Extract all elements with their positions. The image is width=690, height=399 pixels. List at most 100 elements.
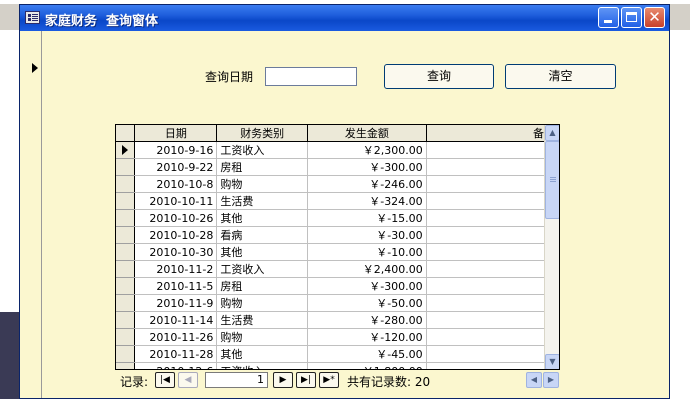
amount-cell[interactable]: ￥-45.00 [307,345,427,363]
date-cell[interactable]: 2010-11-14 [134,311,218,329]
table-row[interactable]: 2010-11-2 工资收入 ￥2,400.00 [116,260,559,278]
date-cell[interactable]: 2010-10-11 [134,192,218,210]
table-row[interactable]: 2010-10-30 其他 ￥-10.00 [116,243,559,261]
note-cell[interactable] [426,158,559,176]
category-cell[interactable]: 购物 [216,328,309,346]
table-row[interactable]: 2010-10-28 看病 ￥-30.00 [116,226,559,244]
row-selector[interactable] [116,226,136,244]
table-row[interactable]: 2010-9-16 工资收入 ￥2,300.00 [116,141,559,159]
category-cell[interactable]: 其他 [216,209,309,227]
vertical-scrollbar[interactable]: ▲ ▼ [544,125,559,369]
category-cell[interactable]: 工资收入 [216,362,309,369]
maximize-button[interactable] [621,7,642,28]
amount-cell[interactable]: ￥2,400.00 [307,260,427,278]
table-row[interactable]: 2010-11-9 购物 ￥-50.00 [116,294,559,312]
scroll-right-button[interactable]: ▶ [543,372,559,388]
record-number-input[interactable]: 1 [205,372,268,388]
date-cell[interactable]: 2010-10-8 [134,175,218,193]
amount-cell[interactable]: ￥2,300.00 [307,141,427,159]
table-row[interactable]: 2010-10-8 购物 ￥-246.00 [116,175,559,193]
amount-cell[interactable]: ￥-246.00 [307,175,427,193]
row-selector[interactable] [116,175,136,193]
note-cell[interactable] [426,175,559,193]
note-cell[interactable] [426,192,559,210]
note-cell[interactable] [426,328,559,346]
category-cell[interactable]: 其他 [216,345,309,363]
category-cell[interactable]: 房租 [216,158,309,176]
category-cell[interactable]: 房租 [216,277,309,295]
date-cell[interactable]: 2010-10-26 [134,209,218,227]
scroll-up-button[interactable]: ▲ [545,125,559,141]
results-datasheet[interactable]: 日期 财务类别 发生金额 备注 2010-9-16工资收入￥2,300.0020… [115,124,560,370]
last-record-button[interactable]: ▶| [296,372,316,388]
date-cell[interactable]: 2010-9-22 [134,158,218,176]
table-row[interactable]: 2010-11-26 购物 ￥-120.00 [116,328,559,346]
table-row[interactable]: 2010-10-11 生活费 ￥-324.00 [116,192,559,210]
amount-cell[interactable]: ￥-300.00 [307,277,427,295]
column-header-date[interactable]: 日期 [134,125,218,142]
date-cell[interactable]: 2010-11-9 [134,294,218,312]
table-row[interactable]: 2010-11-28 其他 ￥-45.00 [116,345,559,363]
category-cell[interactable]: 看病 [216,226,309,244]
query-button[interactable]: 查询 [384,64,494,89]
amount-cell[interactable]: ￥-50.00 [307,294,427,312]
minimize-button[interactable] [598,7,619,28]
row-selector[interactable] [116,192,136,210]
row-selector[interactable] [116,294,136,312]
row-selector[interactable] [116,311,136,329]
row-selector[interactable] [116,141,136,159]
title-bar[interactable]: 家庭财务 查询窗体 ✕ [20,5,669,31]
category-cell[interactable]: 工资收入 [216,141,309,159]
note-cell[interactable] [426,260,559,278]
row-selector[interactable] [116,277,136,295]
date-cell[interactable]: 2010-11-5 [134,277,218,295]
query-date-input[interactable] [265,67,357,86]
first-record-button[interactable]: |◀ [155,372,175,388]
row-selector[interactable] [116,260,136,278]
category-cell[interactable]: 生活费 [216,311,309,329]
note-cell[interactable] [426,362,559,369]
amount-cell[interactable]: ￥1,800.00 [307,362,427,369]
close-button[interactable]: ✕ [644,7,665,28]
note-cell[interactable] [426,243,559,261]
date-cell[interactable]: 2010-11-26 [134,328,218,346]
scroll-down-button[interactable]: ▼ [545,354,559,369]
table-row[interactable]: 2010-10-26 其他 ￥-15.00 [116,209,559,227]
note-cell[interactable] [426,209,559,227]
next-record-button[interactable]: ▶ [273,372,293,388]
note-cell[interactable] [426,294,559,312]
category-cell[interactable]: 其他 [216,243,309,261]
column-header-note[interactable]: 备注 [426,125,559,142]
amount-cell[interactable]: ￥-300.00 [307,158,427,176]
table-row[interactable]: 2010-12-6工资收入￥1,800.00 [116,362,559,369]
form-icon[interactable] [25,11,40,24]
amount-cell[interactable]: ￥-30.00 [307,226,427,244]
note-cell[interactable] [426,141,559,159]
category-cell[interactable]: 工资收入 [216,260,309,278]
date-cell[interactable]: 2010-12-6 [134,362,218,369]
column-header-category[interactable]: 财务类别 [216,125,309,142]
date-cell[interactable]: 2010-11-2 [134,260,218,278]
table-row[interactable]: 2010-11-5 房租 ￥-300.00 [116,277,559,295]
previous-record-button[interactable]: ◀ [178,372,198,388]
date-cell[interactable]: 2010-10-28 [134,226,218,244]
amount-cell[interactable]: ￥-280.00 [307,311,427,329]
select-all-corner[interactable] [116,125,136,142]
column-header-amount[interactable]: 发生金额 [307,125,427,142]
note-cell[interactable] [426,277,559,295]
category-cell[interactable]: 购物 [216,175,309,193]
amount-cell[interactable]: ￥-324.00 [307,192,427,210]
row-selector[interactable] [116,362,136,369]
date-cell[interactable]: 2010-10-30 [134,243,218,261]
row-selector[interactable] [116,345,136,363]
amount-cell[interactable]: ￥-10.00 [307,243,427,261]
note-cell[interactable] [426,345,559,363]
scroll-left-button[interactable]: ◀ [526,372,542,388]
row-selector[interactable] [116,158,136,176]
amount-cell[interactable]: ￥-15.00 [307,209,427,227]
scroll-thumb[interactable] [545,141,559,219]
form-record-selector[interactable] [20,31,42,398]
amount-cell[interactable]: ￥-120.00 [307,328,427,346]
new-record-button[interactable]: ▶* [319,372,339,388]
date-cell[interactable]: 2010-11-28 [134,345,218,363]
